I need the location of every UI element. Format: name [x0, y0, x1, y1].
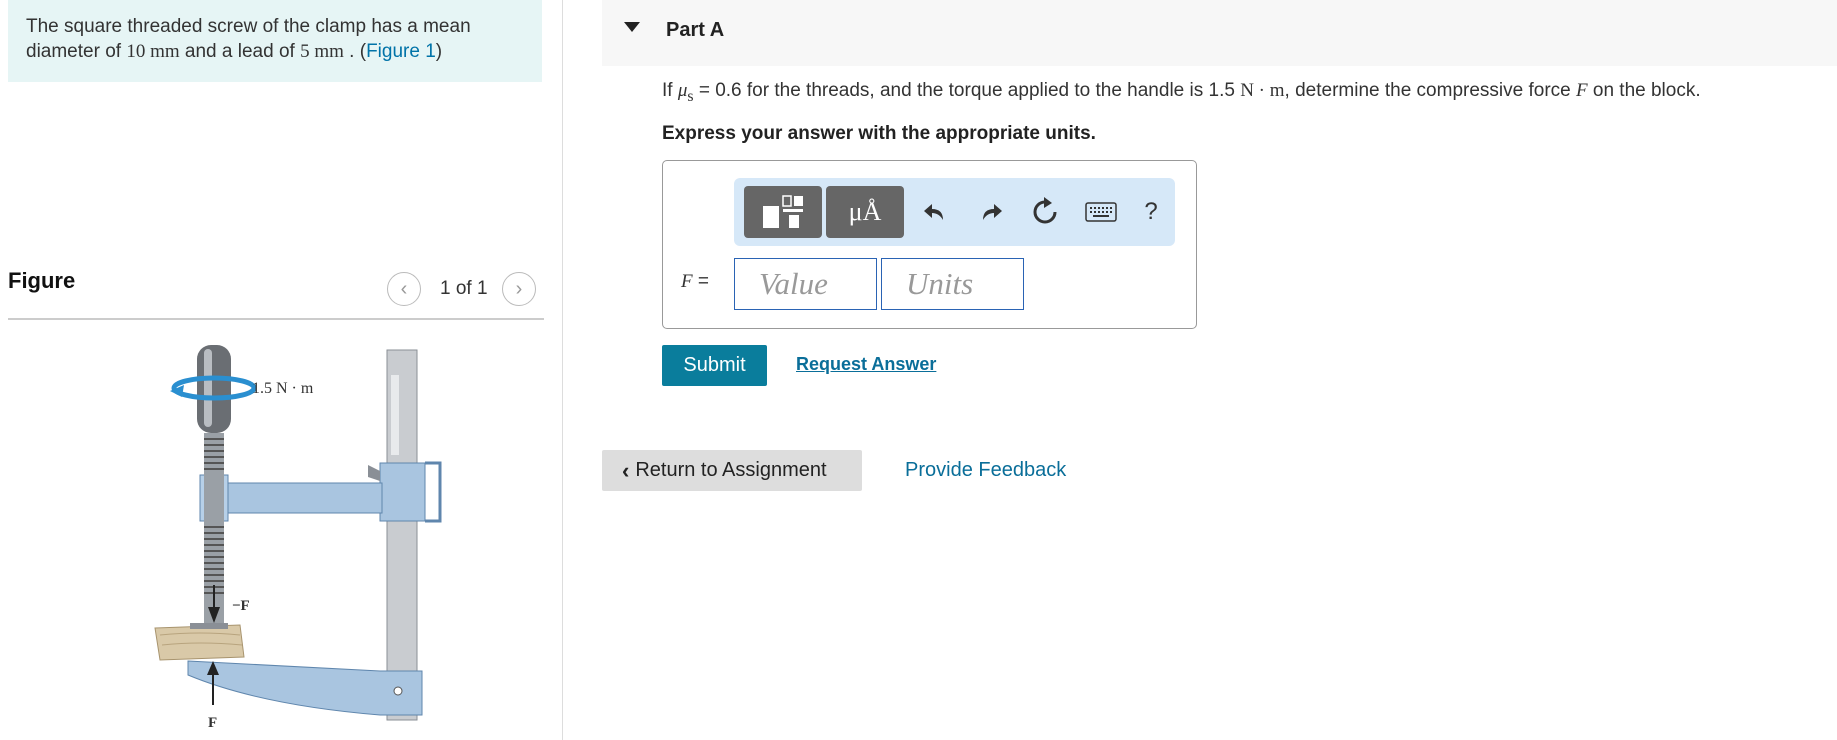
torque-label: 1.5 N · m	[252, 380, 314, 397]
undo-icon	[924, 204, 943, 220]
intro-text-2: and a lead of	[179, 41, 301, 62]
undo-button[interactable]	[917, 194, 953, 230]
keyboard-icon	[1085, 202, 1117, 222]
handle-highlight	[204, 349, 212, 427]
screw-pad	[190, 623, 228, 629]
minus-f-label: −F	[232, 598, 250, 614]
provide-feedback-link[interactable]: Provide Feedback	[905, 459, 1066, 482]
chevron-left-icon: ‹	[400, 277, 408, 300]
templates-button[interactable]	[744, 186, 822, 238]
help-button[interactable]: ?	[1133, 194, 1169, 230]
help-icon: ?	[1144, 198, 1158, 225]
force-variable: F	[1576, 80, 1588, 101]
diameter-value: 10 mm	[126, 41, 180, 62]
torque-unit: N · m	[1240, 80, 1285, 101]
clamp-figure: 1.5 N · m −F F	[154, 345, 442, 731]
request-answer-link[interactable]: Request Answer	[796, 354, 936, 375]
figure-title: Figure	[8, 268, 76, 293]
bar-highlight	[391, 375, 399, 455]
question-text-3: , determine the compressive force	[1284, 80, 1576, 101]
answer-equals: =	[692, 271, 709, 292]
units-input[interactable]	[881, 258, 1024, 310]
question-text: If μs = 0.6 for the threads, and the tor…	[662, 80, 1701, 106]
wedge	[368, 465, 380, 481]
upper-collar-lip	[425, 461, 442, 523]
math-toolbar: μÅ ?	[734, 178, 1175, 246]
submit-button[interactable]: Submit	[662, 345, 767, 386]
instruction-text: Express your answer with the appropriate…	[662, 123, 1096, 144]
figure-header: Figure ‹ 1 of 1 ›	[8, 268, 544, 320]
intro-text-3: . (	[343, 41, 367, 62]
reset-button[interactable]	[1027, 194, 1063, 230]
question-text-2: = 0.6 for the threads, and the torque ap…	[693, 80, 1241, 101]
chevron-left-icon: ‹	[622, 457, 630, 483]
return-label: Return to Assignment	[635, 459, 827, 481]
templates-icon	[763, 195, 803, 228]
question-text-1: If	[662, 80, 678, 101]
wood-block	[154, 624, 245, 661]
part-title: Part A	[666, 19, 725, 41]
handle	[197, 345, 231, 433]
part-header: Part A	[602, 0, 1837, 66]
f-label: F	[208, 715, 217, 731]
pivot-hole	[393, 686, 403, 696]
value-input[interactable]	[734, 258, 877, 310]
lead-value: 5 mm	[300, 41, 344, 62]
answer-variable: F	[681, 271, 693, 292]
redo-icon	[983, 204, 1002, 220]
chevron-right-icon: ›	[515, 277, 523, 300]
answer-label: F =	[681, 271, 709, 293]
figure-link[interactable]: Figure 1	[366, 41, 436, 62]
redo-button[interactable]	[973, 194, 1009, 230]
caret-down-icon[interactable]	[624, 22, 640, 32]
return-to-assignment-button[interactable]: ‹ Return to Assignment	[602, 450, 862, 491]
previous-figure-button[interactable]: ‹	[387, 272, 421, 306]
mu-symbol: μ	[677, 80, 688, 101]
intro-text-4: )	[435, 41, 443, 62]
answer-box: μÅ ? F =	[662, 160, 1197, 329]
problem-statement: The square threaded screw of the clamp h…	[8, 0, 542, 82]
keyboard-button[interactable]	[1081, 194, 1121, 230]
question-text-4: on the block.	[1587, 80, 1701, 101]
figure-counter: 1 of 1	[440, 278, 488, 299]
reset-icon	[1033, 197, 1057, 224]
next-figure-button[interactable]: ›	[502, 272, 536, 306]
units-button[interactable]: μÅ	[826, 186, 904, 238]
units-icon: μÅ	[848, 197, 882, 226]
column-divider	[562, 0, 563, 740]
upper-collar	[379, 462, 426, 522]
